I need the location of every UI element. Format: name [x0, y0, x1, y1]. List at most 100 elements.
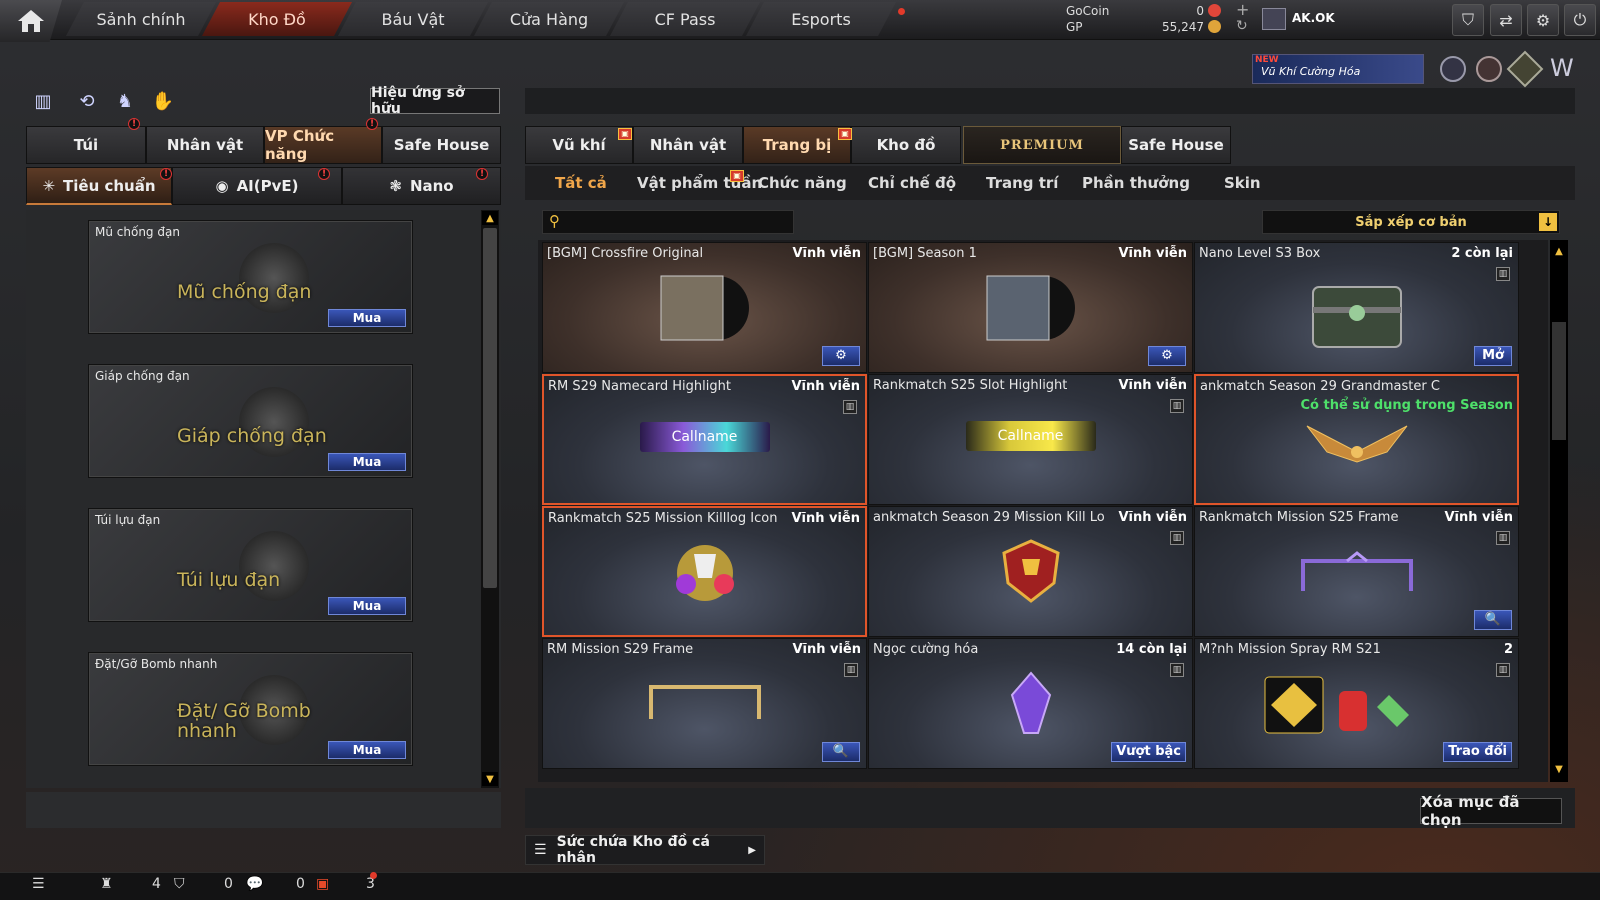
scroll-down-icon[interactable]: ▼: [1551, 762, 1567, 776]
settings-button[interactable]: ⚙: [822, 346, 860, 366]
tab-vu-khi[interactable]: Vũ khí: [525, 126, 633, 164]
add-coin-icon[interactable]: +: [1236, 0, 1249, 19]
nav-tab-cf-pass[interactable]: CF Pass: [610, 2, 760, 36]
settings-button[interactable]: ⚙: [1148, 346, 1186, 366]
tab-nhan-vat[interactable]: Nhân vật: [146, 126, 264, 164]
item-card[interactable]: ankmatch Season 29 Grandmaster C Có thể …: [1194, 374, 1519, 505]
nav-tab-kho-do[interactable]: Kho Đồ: [202, 2, 352, 36]
nav-tab-cua-hang[interactable]: Cửa Hàng: [474, 2, 624, 36]
power-icon[interactable]: ⏻: [1564, 4, 1596, 36]
gem-icon: [1006, 669, 1056, 739]
item-big-label: Túi lựu đạn: [177, 569, 281, 591]
character-icon[interactable]: ♞: [112, 88, 138, 114]
nav-tab-sanh-chinh[interactable]: Sảnh chính: [66, 2, 216, 36]
buy-button[interactable]: Mua: [328, 453, 406, 471]
list-item-helmet[interactable]: Mũ chống đạn Mũ chống đạn Mua: [88, 220, 413, 334]
capacity-button[interactable]: ☰ Sức chứa Kho đồ cá nhân ▶: [525, 834, 765, 866]
tab-trang-bi[interactable]: Trang bị: [743, 126, 851, 164]
tab-safe-house[interactable]: Safe House: [1121, 126, 1231, 164]
buy-button[interactable]: Mua: [328, 741, 406, 759]
subtab-phan-thuong[interactable]: Phần thưởng: [1082, 166, 1190, 200]
item-card[interactable]: RM Mission S29 Frame Vĩnh viễn ▥ 🔍: [542, 638, 867, 769]
subtab-tieu-chuan[interactable]: ✳ Tiêu chuẩn: [26, 167, 172, 205]
w-logo-icon[interactable]: W: [1550, 54, 1574, 82]
tab-premium[interactable]: PREMIUM: [963, 126, 1121, 164]
gift-box-icon[interactable]: ▣: [316, 876, 329, 892]
search-input[interactable]: ⚲: [542, 210, 794, 234]
item-name: Rankmatch S25 Slot Highlight: [873, 378, 1068, 393]
item-card[interactable]: [BGM] Crossfire Original Vĩnh viễn ⚙: [542, 242, 867, 373]
trash-icon[interactable]: ▥: [1496, 267, 1510, 281]
open-button[interactable]: Mở: [1474, 346, 1512, 366]
subtab-tat-ca[interactable]: Tất cả: [555, 166, 607, 200]
exit-room-icon[interactable]: ⇄: [1490, 4, 1522, 36]
username: AK.OK: [1292, 11, 1335, 25]
owned-effects-button[interactable]: Hiệu ứng sở hữu: [370, 85, 500, 117]
tab-vp-chuc-nang[interactable]: VP Chức năng: [264, 126, 382, 164]
item-card[interactable]: Rankmatch Mission S25 Frame Vĩnh viễn ▥ …: [1194, 506, 1519, 637]
trash-icon[interactable]: ▥: [1170, 663, 1184, 677]
sort-dropdown[interactable]: Sắp xếp cơ bản ↓: [1262, 210, 1560, 234]
scroll-up-icon[interactable]: ▲: [1551, 244, 1567, 258]
item-card[interactable]: M?nh Mission Spray RM S21 2 ▥ Trao đổi: [1194, 638, 1519, 769]
right-scrollbar-thumb[interactable]: [1552, 322, 1566, 440]
list-item-quick-defuse[interactable]: Đặt/Gỡ Bomb nhanh Đặt/ Gỡ Bomb nhanh Mua: [88, 652, 413, 766]
item-card[interactable]: Ngọc cường hóa 14 còn lại ▥ Vượt bậc: [868, 638, 1193, 769]
exchange-button[interactable]: Trao đổi: [1443, 742, 1512, 762]
item-card[interactable]: Rankmatch S25 Mission Killlog Icon Vĩnh …: [542, 506, 867, 637]
item-card[interactable]: Nano Level S3 Box 2 còn lại ▥ Mở: [1194, 242, 1519, 373]
item-card[interactable]: Rankmatch S25 Slot Highlight Vĩnh viễn ▥…: [868, 374, 1193, 505]
subtab-skin[interactable]: Skin: [1224, 166, 1261, 200]
tab-tui[interactable]: Túi: [26, 126, 146, 164]
trash-icon[interactable]: ▥: [1496, 663, 1510, 677]
refresh-icon[interactable]: ↻: [1236, 18, 1248, 34]
chat-icon[interactable]: 💬: [246, 876, 263, 892]
history-icon[interactable]: ⟲: [74, 88, 100, 114]
alert-icon: !: [366, 118, 378, 130]
gocoin-value: 0: [1196, 4, 1204, 18]
subtab-ai-pve[interactable]: ◉ AI(PvE): [172, 167, 342, 205]
buy-button[interactable]: Mua: [328, 309, 406, 327]
menu-icon[interactable]: ☰: [32, 876, 45, 892]
zoom-button[interactable]: 🔍: [1474, 610, 1512, 630]
promo-banner[interactable]: NEW Vũ Khí Cường Hóa: [1252, 54, 1424, 84]
subtab-trang-tri[interactable]: Trang trí: [986, 166, 1058, 200]
gear-icon[interactable]: ⚙: [1527, 4, 1559, 36]
item-duration: 2: [1503, 642, 1513, 657]
trash-icon[interactable]: ▥: [1496, 531, 1510, 545]
nano-icon: ❃: [389, 177, 402, 195]
subtab-chuc-nang[interactable]: Chức năng: [758, 166, 847, 200]
item-card[interactable]: ankmatch Season 29 Mission Kill Lo Vĩnh …: [868, 506, 1193, 637]
left-scrollbar-thumb[interactable]: [483, 228, 497, 588]
nav-tab-bau-vat[interactable]: Báu Vật: [338, 2, 488, 36]
zoom-button[interactable]: 🔍: [822, 742, 860, 762]
sort-label: Sắp xếp cơ bản: [1355, 214, 1467, 230]
delete-selected-button[interactable]: Xóa mục đã chọn: [1420, 793, 1562, 829]
buy-button[interactable]: Mua: [328, 597, 406, 615]
list-item-armor[interactable]: Giáp chống đạn Giáp chống đạn Mua: [88, 364, 413, 478]
dropdown-arrow-icon[interactable]: ↓: [1539, 213, 1557, 231]
clan-shield-icon[interactable]: ⛉: [174, 876, 185, 892]
trash-icon[interactable]: ▥: [1170, 399, 1184, 413]
subtab-chi-che-do[interactable]: Chỉ chế độ: [868, 166, 956, 200]
gesture-icon[interactable]: ✋: [150, 88, 176, 114]
item-card[interactable]: [BGM] Season 1 Vĩnh viễn ⚙: [868, 242, 1193, 373]
upgrade-button[interactable]: Vượt bậc: [1111, 742, 1186, 762]
globe-icon[interactable]: [1476, 56, 1502, 82]
tab-nhan-vat[interactable]: Nhân vật: [633, 126, 743, 164]
scroll-down-icon[interactable]: ▼: [482, 772, 498, 786]
item-card[interactable]: RM S29 Namecard Highlight Vĩnh viễn ▥ Ca…: [542, 374, 867, 505]
nav-tab-esports[interactable]: Esports: [746, 2, 896, 36]
item-name: Giáp chống đạn: [95, 369, 190, 383]
trash-icon[interactable]: ▥: [844, 663, 858, 677]
event-icon[interactable]: [1440, 56, 1466, 82]
friends-icon[interactable]: ♜: [100, 876, 113, 892]
ranking-icon[interactable]: ▥: [30, 88, 56, 114]
tab-kho-do[interactable]: Kho đồ: [851, 126, 961, 164]
scroll-up-icon[interactable]: ▲: [482, 211, 498, 225]
shield-icon[interactable]: ⛉: [1452, 4, 1484, 36]
trash-icon[interactable]: ▥: [1170, 531, 1184, 545]
tab-safe-house[interactable]: Safe House: [382, 126, 501, 164]
trash-icon[interactable]: ▥: [843, 400, 857, 414]
list-item-grenade-bag[interactable]: Túi lựu đạn Túi lựu đạn Mua: [88, 508, 413, 622]
